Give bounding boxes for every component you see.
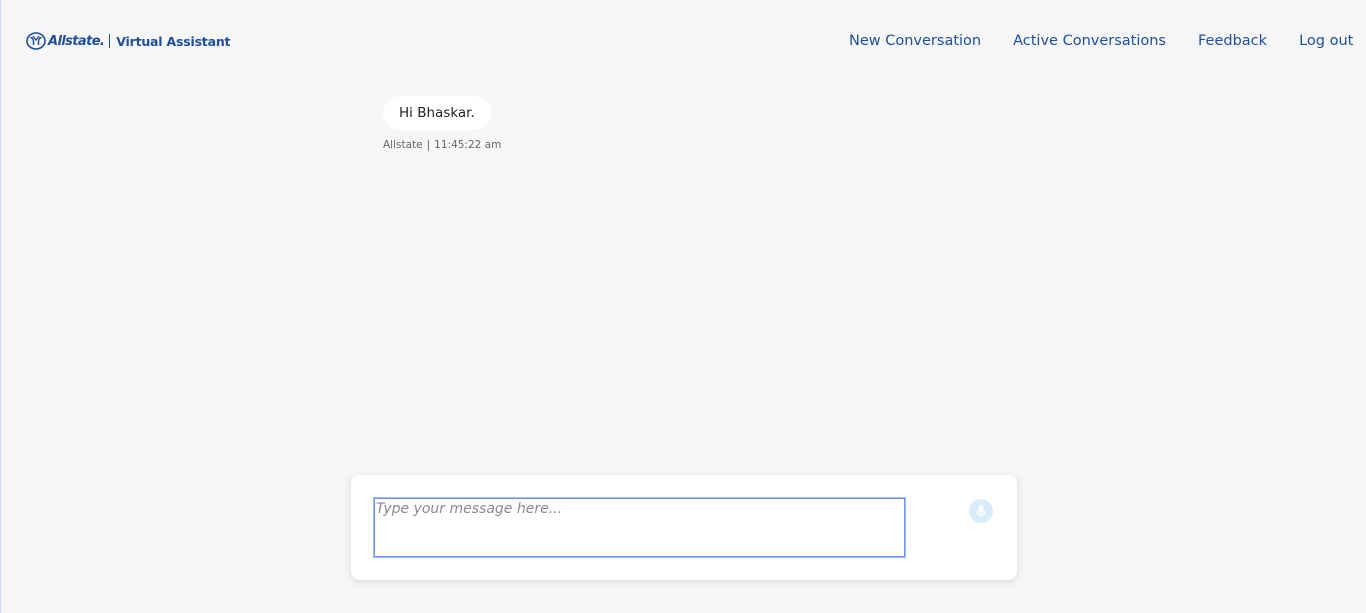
top-nav: New Conversation Active Conversations Fe… — [849, 31, 1353, 51]
logo-divider — [109, 34, 111, 48]
logo[interactable]: Allstate. Virtual Assistant — [26, 31, 230, 51]
message-text: Hi Bhaskar. — [399, 105, 475, 121]
message-composer — [351, 475, 1017, 580]
nav-new-conversation[interactable]: New Conversation — [849, 31, 981, 51]
microphone-icon — [976, 505, 986, 518]
product-name: Virtual Assistant — [116, 33, 231, 49]
allstate-hands-logo-icon — [26, 32, 46, 50]
nav-active-conversations[interactable]: Active Conversations — [1013, 31, 1166, 51]
brand-name: Allstate. — [48, 33, 105, 49]
microphone-button[interactable] — [969, 499, 993, 523]
nav-feedback[interactable]: Feedback — [1198, 31, 1267, 51]
meta-separator: | — [426, 139, 431, 151]
page: Allstate. Virtual Assistant New Conversa… — [0, 0, 1366, 613]
message-input[interactable] — [373, 497, 906, 558]
assistant-message-bubble: Hi Bhaskar. — [383, 96, 491, 130]
message-sender: Allstate — [383, 139, 423, 151]
nav-log-out[interactable]: Log out — [1299, 31, 1353, 51]
message-timestamp: 11:45:22 am — [434, 139, 502, 151]
message-meta: Allstate | 11:45:22 am — [383, 139, 501, 151]
